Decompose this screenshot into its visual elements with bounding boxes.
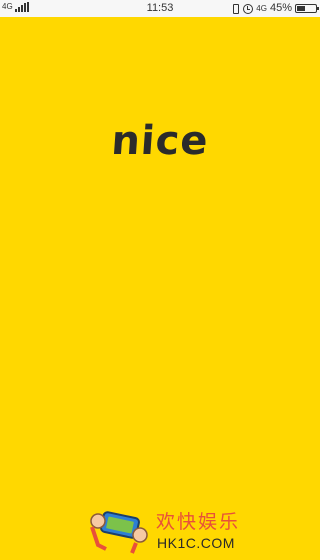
vibrate-icon xyxy=(230,3,240,14)
battery-icon xyxy=(295,4,319,13)
watermark-title: 欢快娱乐 xyxy=(156,511,241,533)
battery-level-fill xyxy=(297,6,306,11)
battery-percent: 45% xyxy=(269,2,292,14)
watermark-url: HK1C.COM xyxy=(157,535,235,551)
app-logo: nice xyxy=(109,118,211,164)
alarm-icon xyxy=(243,3,254,14)
status-right: 4G 45% xyxy=(230,2,319,15)
status-bar: 4G 11:53 4G 45% xyxy=(0,0,320,17)
network-type-label-right: 4G xyxy=(256,4,267,13)
gamepad-hands-icon xyxy=(90,511,148,554)
watermark: 欢快娱乐 HK1C.COM xyxy=(84,505,244,555)
